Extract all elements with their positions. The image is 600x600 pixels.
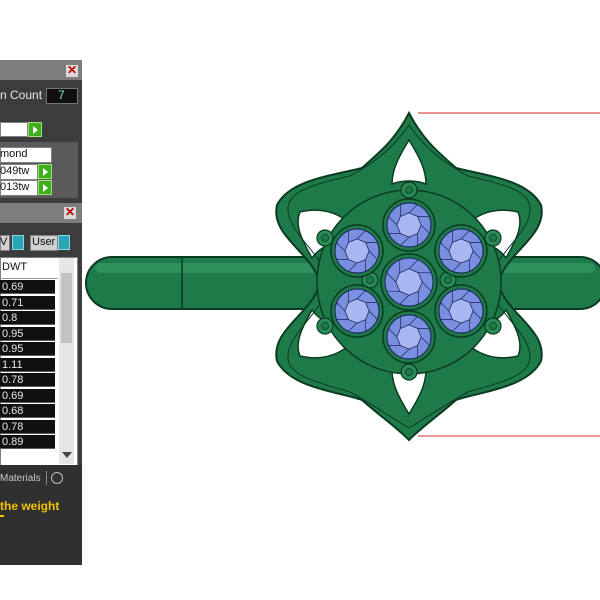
gem-table-facet — [448, 298, 474, 324]
play-arrow-icon[interactable] — [38, 164, 52, 179]
scroll-down-icon[interactable] — [62, 452, 72, 458]
gem-table-facet — [448, 238, 474, 264]
hint-text-continuation — [0, 515, 4, 517]
table-row[interactable]: 0.95 — [0, 326, 55, 341]
tab-divider — [46, 471, 47, 485]
table-row[interactable]: 0.69 — [0, 280, 55, 294]
user-dropdown-value: User — [32, 236, 56, 248]
weight-list-panel: ✕ V User DWT 0.69 0.71 0.8 0.95 0.95 1.11 0.78… — [0, 203, 82, 467]
shape-value: mond — [0, 148, 28, 160]
table-row[interactable]: 1.11 — [0, 357, 55, 372]
tab-materials[interactable]: Materials — [0, 473, 41, 484]
dropdown-icon[interactable] — [12, 235, 24, 250]
gem-count-panel: ✕ n Count 7 mond 049tw 013tw — [0, 60, 82, 206]
count-value: 7 — [58, 88, 65, 102]
table-row[interactable]: 0.78 — [0, 373, 55, 387]
table-row[interactable]: 0.78 — [0, 419, 55, 434]
table-row[interactable]: 0.8 — [0, 311, 55, 325]
table-row[interactable]: 0.71 — [0, 295, 55, 310]
gem-table-facet — [344, 238, 370, 264]
table-row[interactable]: 0.69 — [0, 388, 55, 403]
accent-bead-center — [444, 276, 452, 284]
accent-bead-center — [489, 234, 497, 242]
settings-icon[interactable] — [51, 472, 63, 484]
close-icon[interactable]: ✕ — [65, 64, 79, 78]
play-arrow-icon[interactable] — [28, 122, 42, 137]
accent-bead-center — [366, 276, 374, 284]
gem-table-facet — [344, 298, 370, 324]
count-label: n Count — [0, 88, 43, 102]
play-arrow-icon[interactable] — [38, 180, 52, 195]
table-row[interactable]: 0.89 — [0, 435, 55, 449]
scroll-thumb[interactable] — [61, 273, 72, 343]
accent-bead-center — [321, 322, 329, 330]
table-row[interactable]: 0.68 — [0, 404, 55, 418]
accent-bead-center — [321, 234, 329, 242]
table-header-divider — [0, 278, 58, 279]
weight-value-1: 049tw — [0, 165, 30, 177]
accent-bead-center — [405, 368, 413, 376]
weight-value-2: 013tw — [0, 181, 30, 193]
gem-table-facet — [396, 324, 422, 350]
hint-text: the weight — [0, 499, 60, 513]
shape-selector[interactable] — [0, 122, 28, 137]
gem-table-facet — [395, 268, 423, 296]
accent-bead-center — [489, 322, 497, 330]
table-row[interactable]: 0.95 — [0, 342, 55, 356]
accent-bead-center — [405, 186, 413, 194]
close-icon[interactable]: ✕ — [63, 206, 77, 220]
bottom-panel: Materials the weight — [0, 465, 82, 565]
dropdown-icon[interactable] — [58, 235, 70, 250]
left-dropdown-value: V — [0, 236, 8, 248]
gem-table-facet — [396, 212, 422, 238]
model-viewport[interactable] — [80, 0, 600, 600]
column-header-dwt: DWT — [2, 261, 28, 273]
